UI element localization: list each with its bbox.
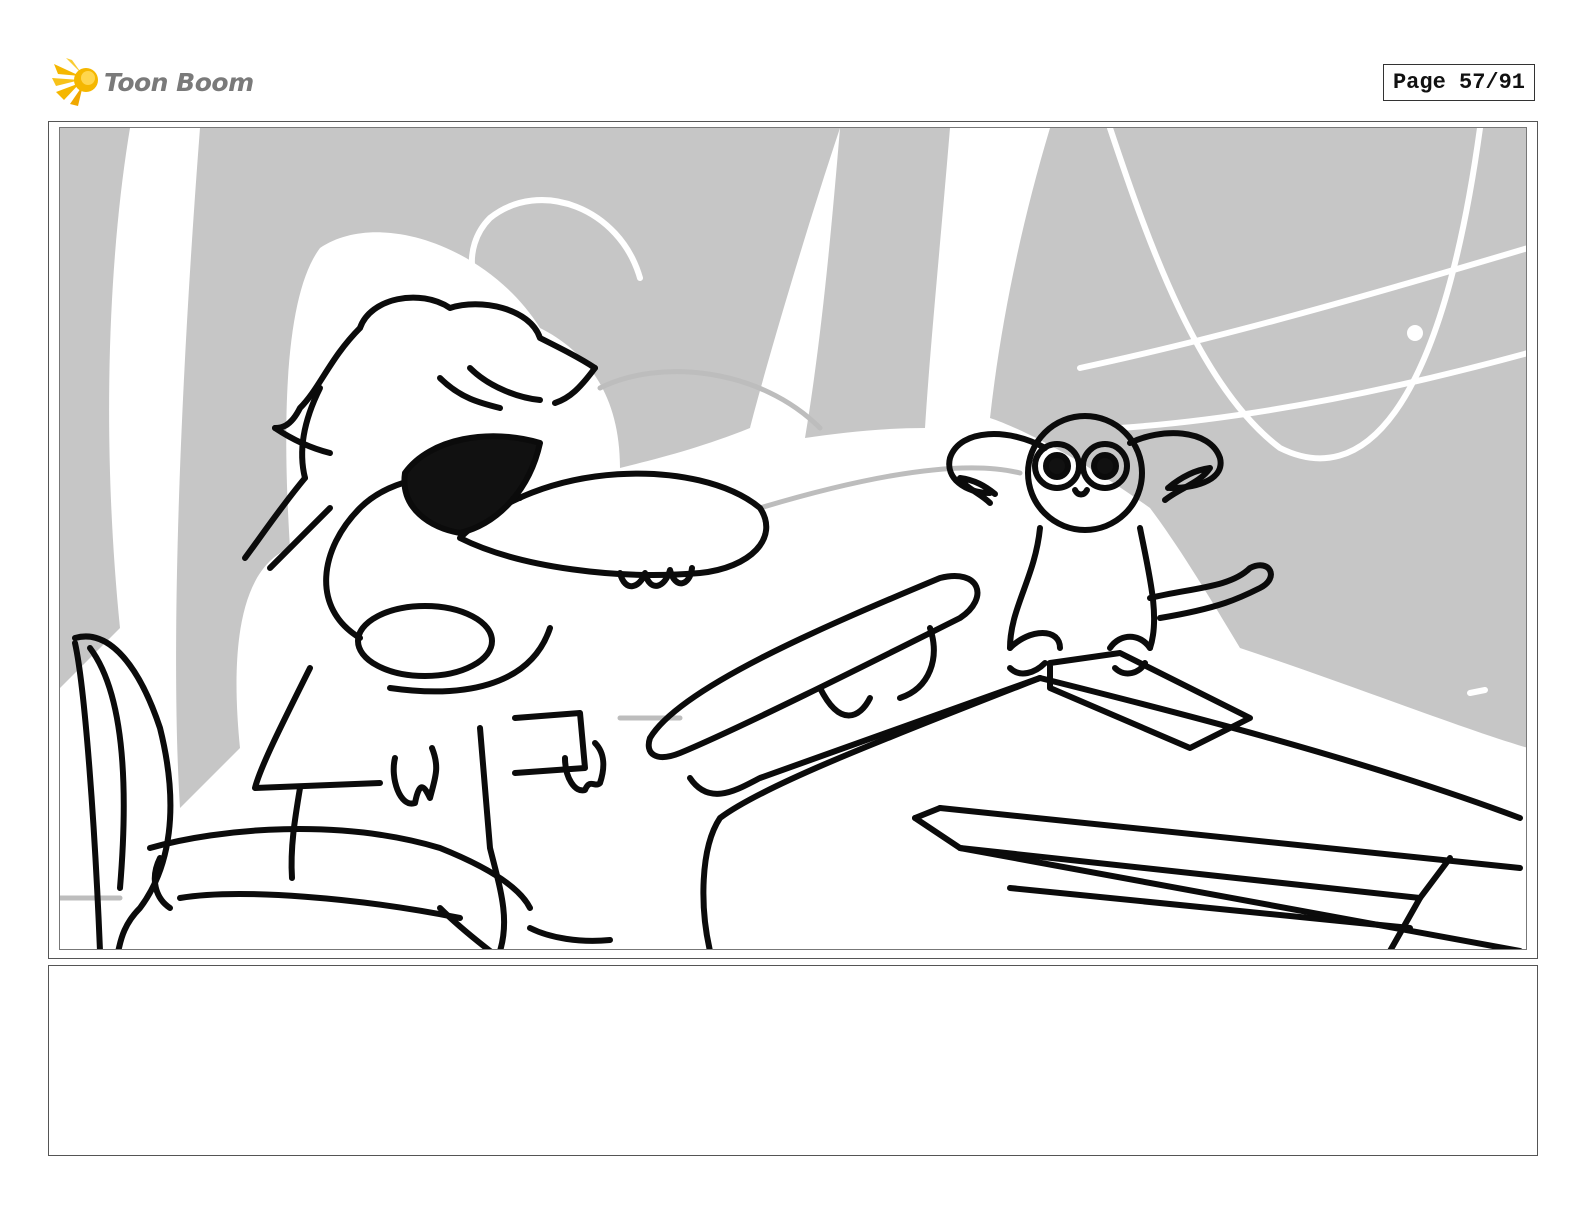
notes-box	[48, 965, 1538, 1156]
toon-boom-logo: Toon Boom	[50, 56, 254, 108]
brand-name: Toon Boom	[104, 67, 254, 97]
storyboard-panel	[48, 121, 1538, 959]
panel-image	[59, 127, 1527, 950]
page-number: Page 57/91	[1383, 64, 1535, 101]
storyboard-sketch	[60, 128, 1526, 949]
toon-boom-burst-icon	[52, 58, 98, 106]
background-gray	[60, 128, 1526, 808]
